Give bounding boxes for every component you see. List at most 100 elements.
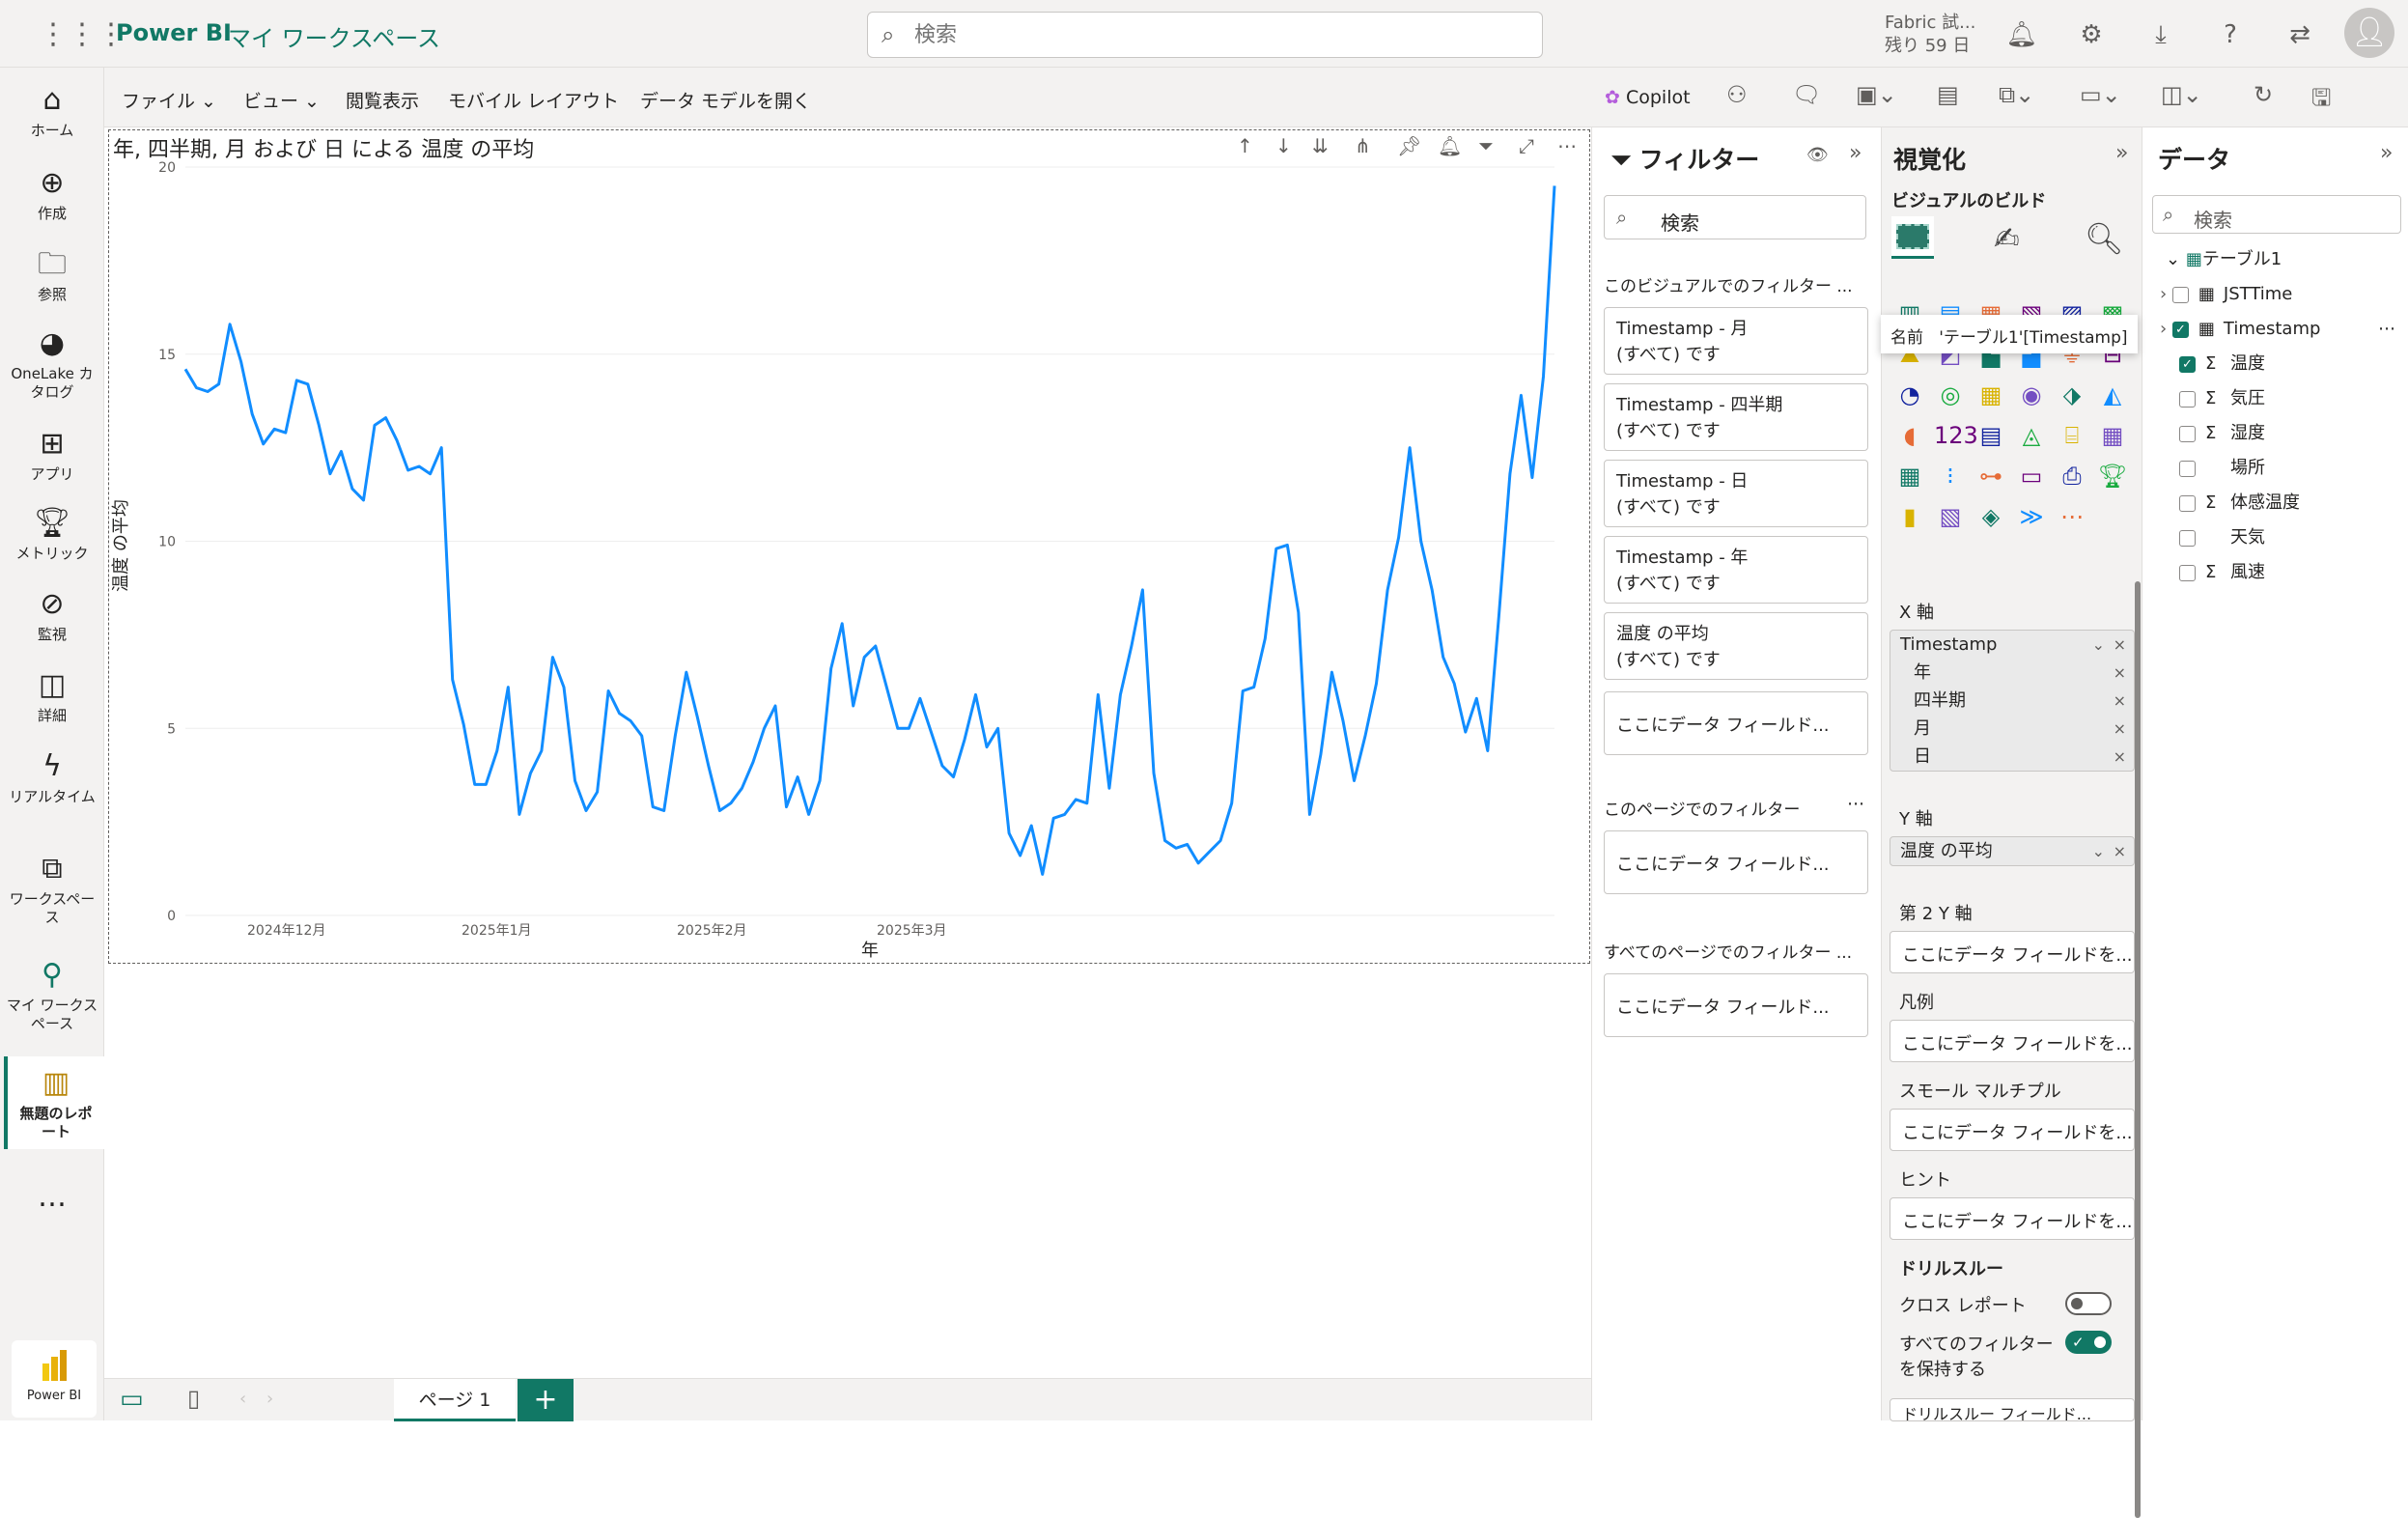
save-icon[interactable]: 🖫︎ [2311,81,2331,121]
page-filter-drop-zone[interactable]: ここにデータ フィールド... [1604,830,1868,894]
data-field[interactable]: › ✓ ▦ Timestamp ⋯ [2160,315,2395,344]
visual-type-icon-29[interactable]: 🏆︎ [2096,460,2129,492]
visual-type-icon-27[interactable]: ▭ [2015,460,2048,492]
workspace-breadcrumb[interactable]: マイ ワークスペース [228,19,440,53]
x-axis-level[interactable]: 月 × [1890,715,2134,743]
remove-icon[interactable]: × [2114,687,2126,715]
visual-type-icon-15[interactable]: ◉ [2015,379,2048,411]
nav-item-monitor[interactable]: ⊘ 監視 [0,585,104,644]
avatar[interactable]: 👤︎ [2344,8,2394,58]
collapse-data-icon[interactable]: » [2380,141,2393,165]
small-multiples-drop-zone[interactable]: ここにデータ フィールドを... [1890,1109,2135,1151]
nav-item-report[interactable]: ▥ 無題のレポート [4,1056,104,1149]
nav-item-book[interactable]: ◫ 詳細 [0,666,104,725]
menu-file[interactable]: ファイル ⌄ [122,87,216,113]
x-axis-well[interactable]: Timestamp ⌄ × 年 × 四半期 × 月 × 日 × [1890,630,2135,772]
field-checkbox[interactable]: ✓ [2171,321,2189,338]
open-data-model-button[interactable]: データ モデルを開く [640,87,811,113]
secondary-y-drop-zone[interactable]: ここにデータ フィールドを... [1890,931,2135,973]
help-icon[interactable]: ? [2213,17,2248,52]
nav-item-apps[interactable]: ⊞ アプリ [0,425,104,484]
filter-card[interactable]: 温度 の平均 (すべて) です [1604,612,1868,680]
data-field[interactable]: ✓ Σ 温度 [2160,350,2265,379]
share-icon[interactable]: ⇄ [2282,17,2317,52]
format-visual-icon[interactable]: ✍ [1994,220,2020,257]
filter-card[interactable]: Timestamp - 年 (すべて) です [1604,536,1868,604]
chevron-right-icon[interactable]: › [2160,319,2172,339]
nav-item-plus-circle[interactable]: ⊕ 作成 [0,164,104,223]
build-visual-tab[interactable] [1891,216,1934,259]
visual-type-icon-23[interactable]: ▦ [2096,419,2129,452]
filter-card[interactable]: Timestamp - 月 (すべて) です [1604,307,1868,375]
field-checkbox[interactable] [2179,460,2196,477]
refresh-icon[interactable]: ↻ [2254,81,2273,108]
remove-icon[interactable]: × [2114,631,2126,659]
nav-more-icon[interactable]: … [0,1178,104,1219]
copilot-button[interactable]: ✿ Copilot [1605,87,1691,108]
visual-type-icon-24[interactable]: ▦ [1893,460,1926,492]
visual-type-icon-17[interactable]: ◭ [2096,379,2129,411]
present-icon[interactable]: ▭⌄ [2080,81,2121,108]
chevron-down-icon[interactable]: ⌄ [2166,249,2180,269]
chevron-down-icon[interactable]: ⌄ [2092,631,2105,659]
page-tab[interactable]: ページ 1 [394,1379,516,1421]
chevron-right-icon[interactable]: › [2160,284,2172,304]
drillthrough-drop-zone[interactable]: ドリルスルー フィールド... [1890,1398,2135,1421]
nav-item-workspaces[interactable]: ⧉ ワークスペース [0,850,104,927]
viz-scrollbar[interactable] [2135,581,2141,1518]
remove-icon[interactable]: × [2114,743,2126,771]
add-page-button[interactable]: + [518,1379,574,1421]
mobile-layout-button[interactable]: モバイル レイアウト [448,87,619,113]
data-field[interactable]: Σ 風速 [2160,558,2265,587]
y-axis-well[interactable]: 温度 の平均 ⌄ × [1890,836,2135,866]
remove-icon[interactable]: × [2114,837,2126,865]
data-field[interactable]: Σ 気圧 [2160,384,2265,413]
data-field[interactable]: › ▦ JSTTime [2160,280,2292,309]
data-field[interactable]: 天気 [2160,523,2265,552]
eye-icon[interactable]: 👁︎ [1806,145,1829,165]
gear-icon[interactable]: ⚙ [2074,17,2109,52]
data-search[interactable]: ⌕ 検索 [2152,195,2401,234]
visual-type-icon-30[interactable]: ▮ [1893,500,1926,533]
visual-type-icon-12[interactable]: ◔ [1893,379,1926,411]
tooltips-drop-zone[interactable]: ここにデータ フィールドを... [1890,1197,2135,1240]
visual-type-icon-22[interactable]: ⌸ [2056,419,2088,452]
x-axis-level[interactable]: 四半期 × [1890,687,2134,715]
remove-icon[interactable]: × [2114,715,2126,743]
nav-item-lightning[interactable]: ϟ リアルタイム [0,747,104,806]
filter-card[interactable]: Timestamp - 日 (すべて) です [1604,460,1868,527]
nav-item-folder[interactable]: 🗀︎ 参照 [0,245,104,304]
keep-filters-toggle[interactable]: ✓ [2065,1331,2112,1354]
brand-name[interactable]: Power BI [116,19,232,46]
nav-item-onelake[interactable]: ◕ OneLake カタログ [0,324,104,402]
nav-item-home[interactable]: ⌂ ホーム [0,81,104,140]
trial-status[interactable]: Fabric 試... 残り 59 日 [1885,12,1975,58]
visual-type-icon-25[interactable]: ⁝ [1934,460,1967,492]
field-checkbox[interactable]: ✓ [2179,355,2196,373]
app-launcher-icon[interactable]: ⋮⋮⋮ [39,19,126,50]
visual-type-icon-28[interactable]: ⎙ [2056,460,2088,492]
binoculars-icon[interactable]: ⚇ [1726,81,1748,108]
page-filters-more-icon[interactable]: ⋯ [1847,794,1864,814]
view-icon[interactable]: ◫⌄ [2161,81,2202,108]
data-field[interactable]: Σ 湿度 [2160,419,2265,448]
table-node[interactable]: ⌄ ▦テーブル1 [2166,245,2282,274]
visual-type-icon-33[interactable]: ≫ [2015,500,2048,533]
collapse-filters-icon[interactable]: » [1849,141,1862,165]
download-icon[interactable]: ⤓ [2143,17,2178,52]
visual-type-icon-26[interactable]: ⊶ [1974,460,2007,492]
field-more-icon[interactable]: ⋯ [2378,315,2395,344]
nav-item-person[interactable]: ⚲ マイ ワークスペース [0,956,104,1033]
field-checkbox[interactable] [2179,529,2196,547]
y-axis-field[interactable]: 温度 の平均 ⌄ × [1890,837,2134,865]
nav-item-trophy[interactable]: 🏆︎ メトリック [0,504,104,563]
filters-search[interactable]: ⌕ 検索 [1604,195,1866,239]
field-checkbox[interactable] [2171,286,2189,303]
x-axis-level[interactable]: 日 × [1890,743,2134,771]
field-checkbox[interactable] [2179,494,2196,512]
chevron-down-icon[interactable]: ⌄ [2092,837,2105,865]
visual-type-icon-20[interactable]: ▤ [1974,419,2007,452]
shapes-icon[interactable]: ⧉⌄ [1999,81,2034,108]
visual-type-icon-19[interactable]: 123 [1934,419,1978,452]
visual-type-icon-18[interactable]: ◖ [1893,419,1926,452]
